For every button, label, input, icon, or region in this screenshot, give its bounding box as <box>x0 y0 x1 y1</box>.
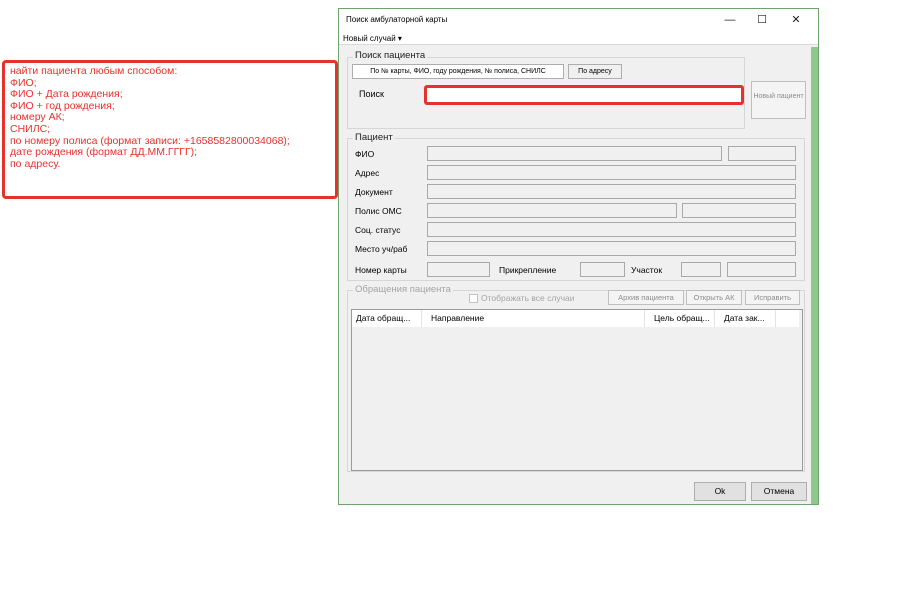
annotation-line: по адресу. <box>10 157 61 170</box>
search-label: Поиск <box>359 89 384 99</box>
card-number-field[interactable] <box>427 262 490 277</box>
visits-table[interactable]: Дата обращ... Направление Цель обращ... … <box>351 309 803 471</box>
fio-label: ФИО <box>355 149 375 159</box>
menu-bar: Новый случай ▾ <box>339 31 818 45</box>
show-all-label: Отображать все случаи <box>481 293 575 303</box>
show-all-checkbox[interactable] <box>469 294 478 303</box>
window-title: Поиск амбулаторной карты <box>346 15 448 24</box>
cancel-button[interactable]: Отмена <box>751 482 807 501</box>
visits-table-header: Дата обращ... Направление Цель обращ... … <box>352 310 799 327</box>
fix-button[interactable]: Исправить <box>745 290 800 305</box>
menu-new-case[interactable]: Новый случай ▾ <box>343 34 402 43</box>
annotation-line: дате рождения (формат ДД.ММ.ГГГГ); <box>10 146 198 159</box>
district-extra-field[interactable] <box>727 262 796 277</box>
minimize-button[interactable]: — <box>713 9 747 31</box>
column-visit-purpose[interactable]: Цель обращ... <box>650 310 715 327</box>
annotation-line: номеру АК; <box>10 111 65 124</box>
tab-by-card[interactable]: По № карты, ФИО, году рождения, № полиса… <box>352 64 564 79</box>
column-direction[interactable]: Направление <box>427 310 645 327</box>
document-field[interactable] <box>427 184 796 199</box>
oms-extra-field[interactable] <box>682 203 796 218</box>
district-field[interactable] <box>681 262 721 277</box>
workplace-label: Место уч/раб <box>355 244 408 254</box>
visits-group-label: Обращения пациента <box>353 284 453 295</box>
annotation-note: найти пациента любым способом: ФИО; ФИО … <box>2 60 338 199</box>
ok-button[interactable]: Ok <box>694 482 746 501</box>
birthdate-field[interactable] <box>728 146 796 161</box>
maximize-button[interactable]: ☐ <box>745 9 779 31</box>
attachment-label: Прикрепление <box>499 265 557 275</box>
column-visit-date[interactable]: Дата обращ... <box>352 310 422 327</box>
card-number-label: Номер карты <box>355 265 407 275</box>
dialog-window: Поиск амбулаторной карты — ☐ ✕ Новый слу… <box>338 8 819 505</box>
new-patient-button[interactable]: Новый пациент <box>751 81 806 119</box>
social-status-label: Соц. статус <box>355 225 401 235</box>
oms-field[interactable] <box>427 203 677 218</box>
workplace-field[interactable] <box>427 241 796 256</box>
attachment-field[interactable] <box>580 262 625 277</box>
district-label: Участок <box>631 265 663 275</box>
open-card-button[interactable]: Открыть АК <box>686 290 742 305</box>
close-button[interactable]: ✕ <box>779 9 813 31</box>
oms-label: Полис ОМС <box>355 206 402 216</box>
annotation-line: СНИЛС; <box>10 122 51 135</box>
title-bar: Поиск амбулаторной карты — ☐ ✕ <box>339 9 818 31</box>
patient-group-label: Пациент <box>353 132 395 143</box>
window-edge-strip <box>811 47 818 504</box>
search-input[interactable] <box>424 85 744 105</box>
archive-button[interactable]: Архив пациента <box>608 290 684 305</box>
column-close-date[interactable]: Дата зак... <box>720 310 776 327</box>
address-label: Адрес <box>355 168 380 178</box>
social-status-field[interactable] <box>427 222 796 237</box>
address-field[interactable] <box>427 165 796 180</box>
search-group-label: Поиск пациента <box>353 50 428 61</box>
document-label: Документ <box>355 187 393 197</box>
fio-field[interactable] <box>427 146 722 161</box>
tab-by-address[interactable]: По адресу <box>568 64 622 79</box>
annotation-line: найти пациента любым способом: <box>10 65 178 77</box>
